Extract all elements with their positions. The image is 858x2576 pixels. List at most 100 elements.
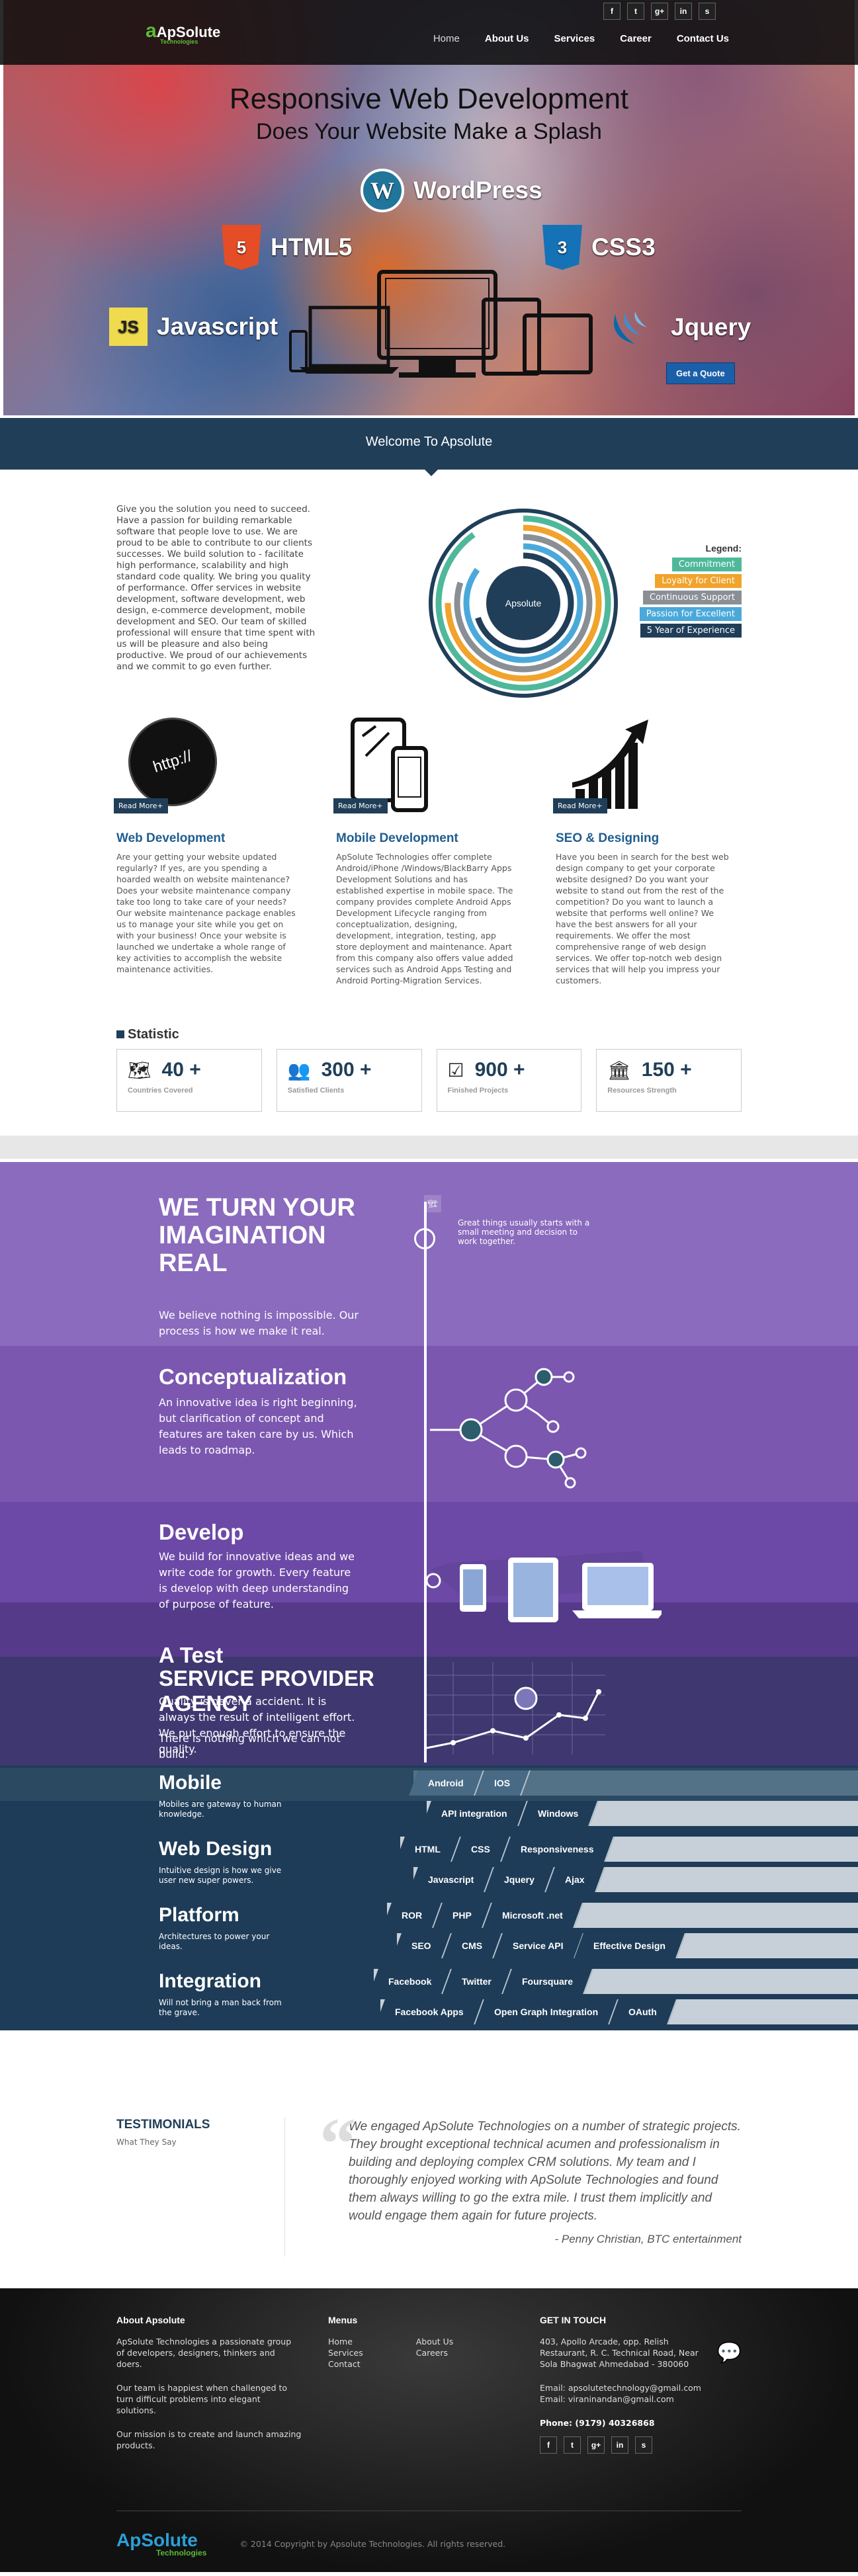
tech-row-platform: Platform Architectures to power your ide…	[0, 1903, 858, 1958]
stat-projects: ☑ 900 + Finished Projects	[436, 1049, 582, 1112]
chip-responsiveness[interactable]: Responsiveness	[501, 1837, 615, 1862]
html5-icon: 5	[222, 225, 261, 270]
footer-contact: GET IN TOUCH 💬 403, Apollo Arcade, opp. …	[540, 2315, 742, 2454]
process-timeline	[424, 1202, 427, 1763]
footer-email-2[interactable]: Email: viraninandan@gmail.com	[540, 2393, 742, 2405]
chat-bubble-icon: 💬	[716, 2341, 742, 2364]
tech-javascript: JS Javascript	[109, 308, 278, 346]
chip-twitter[interactable]: Twitter	[443, 1969, 513, 1994]
footer-link-about-us[interactable]: About Us	[416, 2336, 454, 2347]
service-text: Are your getting your website updated re…	[116, 852, 296, 974]
nav-career[interactable]: Career	[620, 33, 652, 44]
nav-contact-us[interactable]: Contact Us	[677, 33, 729, 44]
tech-html5: 5 HTML5	[222, 225, 352, 270]
service-title[interactable]: SEO & Designing	[556, 831, 736, 846]
tech-row-title: Mobile	[159, 1772, 222, 1794]
chip-service-api[interactable]: Service API	[493, 1933, 584, 1958]
stat-countries: 🗺 40 + Countries Covered	[116, 1049, 262, 1112]
read-more-button[interactable]: Read More+	[114, 798, 168, 813]
chip-php[interactable]: PHP	[433, 1903, 492, 1928]
get-a-quote-button[interactable]: Get a Quote	[666, 362, 735, 384]
testimonials-section: TESTIMONIALS What They Say “ We engaged …	[116, 2070, 742, 2288]
chip-android[interactable]: Android	[409, 1770, 484, 1796]
site-logo[interactable]: aApSolute Technologies	[146, 20, 220, 45]
chip-cms[interactable]: CMS	[442, 1933, 503, 1958]
nav-home[interactable]: Home	[433, 33, 460, 44]
checklist-icon: ☑	[447, 1059, 464, 1081]
site-header: aApSolute Technologies f t g+ in s Home …	[0, 0, 858, 65]
read-more-button[interactable]: Read More+	[333, 798, 388, 813]
footer-link-services[interactable]: Services	[328, 2347, 363, 2358]
nav-services[interactable]: Services	[554, 33, 595, 44]
google-plus-icon[interactable]: g+	[651, 3, 668, 20]
testimonials-subtitle: What They Say	[116, 2138, 177, 2147]
footer-link-contact[interactable]: Contact	[328, 2358, 363, 2370]
step-develop-text: We build for innovative ideas and we wri…	[159, 1550, 355, 1610]
footer-about: About Apsolute ApSolute Technologies a p…	[116, 2315, 302, 2450]
chip-jquery[interactable]: Jquery	[485, 1867, 556, 1892]
site-footer: About Apsolute ApSolute Technologies a p…	[0, 2288, 858, 2572]
chip-html[interactable]: HTML	[396, 1837, 461, 1862]
service-web-development: http:// Read More+ Web Development Are y…	[114, 706, 296, 986]
testimonials-title: TESTIMONIALS	[116, 2118, 210, 2132]
service-title[interactable]: Mobile Development	[336, 831, 516, 846]
service-mobile-development: Read More+ Mobile Development ApSolute T…	[333, 716, 516, 986]
stat-resources: 🏛 150 + Resources Strength	[596, 1049, 742, 1112]
tech-row-integration: Integration Will not bring a man back fr…	[0, 1969, 858, 2024]
facebook-icon[interactable]: f	[603, 3, 621, 20]
process-section: WE TURN YOUR IMAGINATION REAL We believe…	[0, 1162, 858, 2070]
users-icon: 👥	[287, 1059, 311, 1081]
skype-icon[interactable]: s	[699, 3, 716, 20]
quote-mark-icon: “	[320, 2103, 356, 2184]
google-plus-icon[interactable]: g+	[587, 2436, 605, 2454]
chip-oauth[interactable]: OAuth	[609, 1999, 677, 2024]
chip-seo[interactable]: SEO	[392, 1933, 452, 1958]
chip-ror[interactable]: ROR	[382, 1903, 443, 1928]
footer-menus: Menus Home Services Contact About Us Car…	[328, 2315, 454, 2370]
footer-link-home[interactable]: Home	[328, 2336, 363, 2347]
quote-author: - Penny Christian, BTC entertainment	[554, 2233, 742, 2245]
chip-css[interactable]: CSS	[451, 1837, 511, 1862]
facebook-icon[interactable]: f	[540, 2436, 557, 2454]
chip-facebook[interactable]: Facebook	[369, 1969, 452, 1994]
services-section: http:// Read More+ Web Development Are y…	[114, 706, 742, 986]
service-title[interactable]: Web Development	[116, 831, 296, 846]
legend-item: Commitment	[671, 558, 742, 571]
nav-about-us[interactable]: About Us	[485, 33, 529, 44]
footer-email-1[interactable]: Email: apsolutetechnology@gmail.com	[540, 2382, 742, 2393]
footer-link-careers[interactable]: Careers	[416, 2347, 454, 2358]
twitter-icon[interactable]: t	[627, 3, 644, 20]
testimonial-quote: “ We engaged ApSolute Technologies on a …	[285, 2103, 742, 2288]
css3-icon: 3	[542, 225, 582, 270]
linkedin-icon[interactable]: in	[611, 2436, 628, 2454]
tech-css3: 3 CSS3	[542, 225, 656, 270]
tech-row-title: Web Design	[159, 1838, 273, 1860]
footer-address: 403, Apollo Arcade, opp. Relish Restaura…	[540, 2337, 699, 2369]
chip-foursquare[interactable]: Foursquare	[503, 1969, 594, 1994]
chip-ios[interactable]: IOS	[474, 1770, 531, 1796]
hero-title: Responsive Web Development	[229, 83, 629, 115]
skype-icon[interactable]: s	[635, 2436, 652, 2454]
footer-logo[interactable]: ApSolute Technologies	[116, 2530, 206, 2557]
tech-row-subtitle: Architectures to power your ideas.	[159, 1932, 270, 1951]
chip-microsoft-net[interactable]: Microsoft .net	[483, 1903, 583, 1928]
chip-ajax[interactable]: Ajax	[546, 1867, 605, 1892]
skills-donut: Apsolute Legend: Commitment Loyalty for …	[424, 504, 742, 709]
tech-row-title: Platform	[159, 1904, 239, 1926]
chip-api-integration[interactable]: API integration	[422, 1801, 528, 1826]
twitter-icon[interactable]: t	[564, 2436, 581, 2454]
linkedin-icon[interactable]: in	[675, 3, 692, 20]
step-test-text-overlap: There is nothing which we can not build.	[159, 1732, 341, 1761]
footer-phone: Phone: (9179) 40326868	[540, 2418, 655, 2428]
chip-effective-design[interactable]: Effective Design	[574, 1933, 687, 1958]
globe-icon: 🗺	[128, 1059, 151, 1081]
step-test-title: A Test	[159, 1643, 224, 1667]
chip-windows[interactable]: Windows	[518, 1801, 599, 1826]
read-more-button[interactable]: Read More+	[553, 798, 607, 813]
legend-item: Passion for Excellent	[639, 607, 742, 621]
legend-item: 5 Year of Experience	[640, 624, 742, 638]
social-links: f t g+ in s	[603, 3, 716, 20]
chip-javascript[interactable]: Javascript	[409, 1867, 495, 1892]
chip-facebook-apps[interactable]: Facebook Apps	[376, 1999, 484, 2024]
chip-open-graph[interactable]: Open Graph Integration	[474, 1999, 619, 2024]
